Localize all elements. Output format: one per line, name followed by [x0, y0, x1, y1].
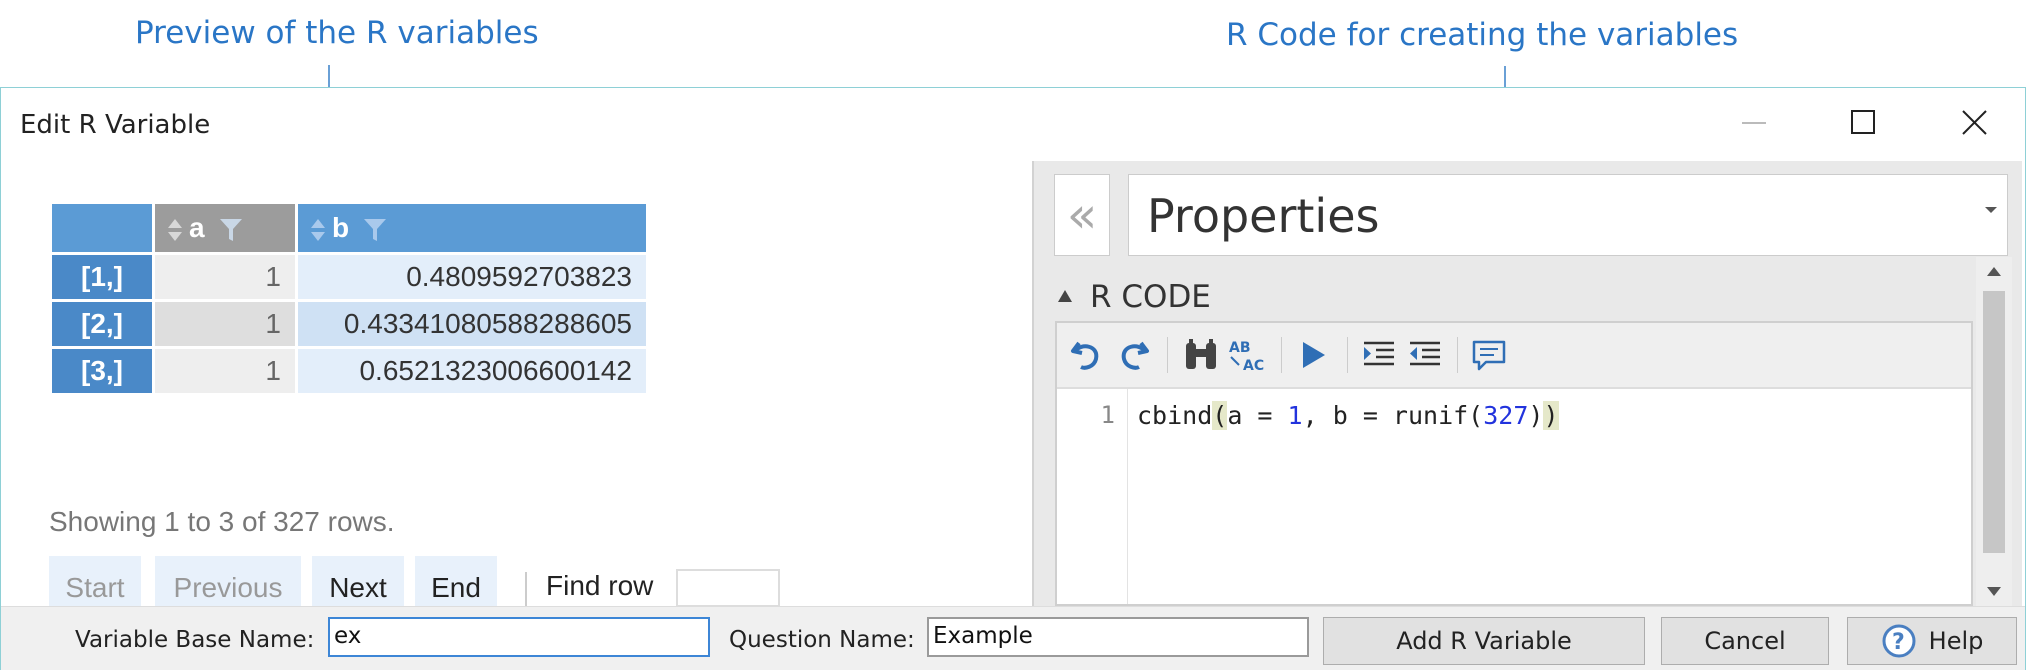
maximize-icon	[1851, 110, 1875, 134]
sort-icon[interactable]	[167, 216, 183, 244]
vertical-scrollbar[interactable]	[1976, 257, 2012, 606]
preview-table: a b [1,] 1 0.4809592703823 [2,] 1 0.4334…	[49, 201, 649, 396]
run-button[interactable]	[1291, 333, 1335, 377]
code-text: )	[1528, 401, 1544, 430]
close-button[interactable]	[1944, 98, 2004, 148]
r-code-section-header[interactable]: R CODE	[1054, 279, 1211, 315]
table-row: [3,] 1 0.6521323006600142	[52, 349, 646, 393]
toolbar-divider	[1281, 337, 1282, 373]
properties-header[interactable]: Properties	[1128, 174, 2008, 256]
spellcheck-icon: AB AC	[1229, 340, 1264, 373]
header-corner	[52, 204, 152, 252]
filter-icon[interactable]	[219, 217, 243, 243]
toolbar-divider	[1457, 337, 1458, 373]
cell-b: 0.43341080588288605	[298, 302, 646, 346]
cell-a: 1	[155, 302, 295, 346]
undo-icon	[1071, 341, 1099, 370]
question-name-label: Question Name:	[729, 627, 915, 653]
properties-title: Properties	[1147, 189, 1380, 243]
code-number: 327	[1483, 401, 1529, 430]
scroll-up-icon[interactable]	[1987, 267, 2001, 276]
column-header-b[interactable]: b	[298, 204, 646, 252]
run-icon	[1303, 342, 1325, 368]
filter-icon[interactable]	[363, 217, 387, 243]
code-text: a =	[1227, 401, 1288, 430]
scroll-down-icon[interactable]	[1987, 587, 2001, 596]
code-text: , b = runif(	[1302, 401, 1484, 430]
cell-a: 1	[155, 349, 295, 393]
line-number-gutter: 1	[1057, 389, 1128, 604]
minimize-button[interactable]	[1724, 98, 1784, 148]
code-bracket: )	[1543, 401, 1559, 430]
table-row: [1,] 1 0.4809592703823	[52, 255, 646, 299]
cell-b: 0.4809592703823	[298, 255, 646, 299]
comment-icon	[1472, 340, 1506, 371]
row-count-status: Showing 1 to 3 of 327 rows.	[49, 506, 395, 537]
cancel-button[interactable]: Cancel	[1661, 617, 1829, 665]
spellcheck-button[interactable]: AB AC	[1225, 333, 1269, 377]
outdent-icon	[1410, 341, 1440, 366]
r-code-editor[interactable]: AB AC 1 cbind(a = 1, b = runif(327))	[1055, 321, 1973, 606]
pager-divider	[525, 572, 527, 606]
svg-text:AC: AC	[1243, 358, 1264, 373]
close-icon	[1962, 110, 1987, 135]
find-button[interactable]	[1179, 333, 1223, 377]
row-header: [3,]	[52, 349, 152, 393]
r-code-section-label: R CODE	[1090, 279, 1211, 315]
table-header-row: a b	[52, 204, 646, 252]
data-preview: a b [1,] 1 0.4809592703823 [2,] 1 0.4334…	[49, 201, 649, 396]
undo-button[interactable]	[1065, 333, 1109, 377]
question-name-input[interactable]: Example	[927, 617, 1309, 657]
edit-r-variable-dialog: Edit R Variable a b [1,] 1 0.48095927038…	[0, 87, 2026, 670]
editor-toolbar: AB AC	[1057, 323, 1971, 389]
properties-panel: « Properties R CODE AB AC 1 cbind(a = 1,…	[1032, 161, 2022, 606]
row-header: [1,]	[52, 255, 152, 299]
toolbar-divider	[1167, 337, 1168, 373]
help-button-label: Help	[1928, 627, 1984, 655]
redo-icon	[1121, 341, 1149, 370]
code-function: cbind	[1137, 401, 1213, 430]
dialog-footer: Variable Base Name: ex Question Name: Ex…	[1, 606, 2025, 670]
collapse-panel-button[interactable]: «	[1054, 174, 1110, 256]
outdent-button[interactable]	[1403, 333, 1447, 377]
redo-button[interactable]	[1111, 333, 1155, 377]
find-row-input[interactable]	[676, 569, 780, 607]
help-icon: ?	[1882, 624, 1916, 658]
row-header: [2,]	[52, 302, 152, 346]
help-button[interactable]: ? Help	[1847, 617, 2017, 665]
scrollbar-thumb[interactable]	[1983, 291, 2005, 553]
indent-button[interactable]	[1357, 333, 1401, 377]
annotation-preview: Preview of the R variables	[135, 15, 539, 51]
base-name-input[interactable]: ex	[328, 617, 710, 657]
table-row: [2,] 1 0.43341080588288605	[52, 302, 646, 346]
indent-icon	[1364, 341, 1394, 366]
window-title: Edit R Variable	[20, 110, 211, 140]
column-header-label: b	[332, 212, 350, 243]
add-r-variable-button[interactable]: Add R Variable	[1323, 617, 1645, 665]
title-bar: Edit R Variable	[1, 88, 2025, 158]
minimize-icon	[1742, 122, 1766, 124]
line-number: 1	[1100, 401, 1115, 429]
dropdown-arrow-icon[interactable]	[1985, 207, 1997, 215]
sort-icon[interactable]	[310, 216, 326, 244]
code-line[interactable]: cbind(a = 1, b = runif(327))	[1137, 401, 1559, 430]
base-name-label: Variable Base Name:	[75, 627, 315, 653]
code-number: 1	[1287, 401, 1303, 430]
comment-button[interactable]	[1467, 333, 1511, 377]
svg-text:?: ?	[1892, 630, 1905, 655]
maximize-button[interactable]	[1834, 98, 1894, 148]
annotation-rcode: R Code for creating the variables	[1226, 17, 1739, 53]
svg-text:AB: AB	[1229, 340, 1251, 356]
column-header-label: a	[189, 212, 205, 243]
toolbar-divider	[1347, 337, 1348, 373]
find-icon	[1186, 339, 1216, 369]
column-header-a[interactable]: a	[155, 204, 295, 252]
cell-b: 0.6521323006600142	[298, 349, 646, 393]
code-bracket: (	[1212, 401, 1228, 430]
find-row-label: Find row	[546, 570, 654, 601]
cell-a: 1	[155, 255, 295, 299]
